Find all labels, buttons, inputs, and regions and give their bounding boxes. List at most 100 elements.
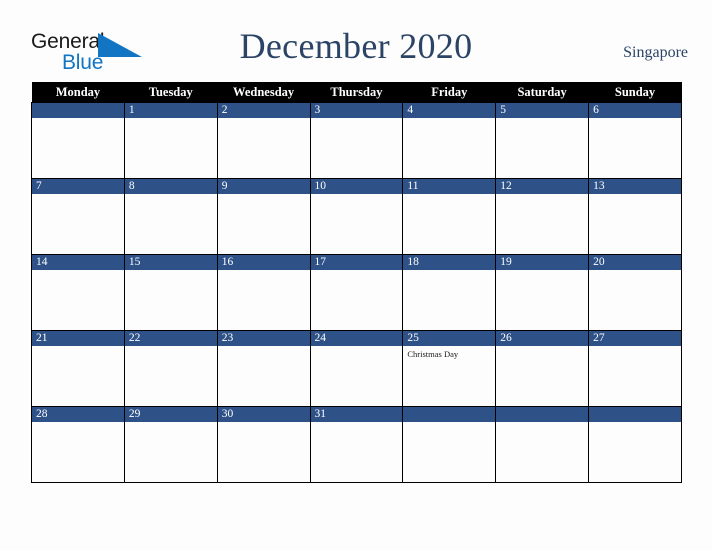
day-events: [32, 118, 124, 121]
day-number: 30: [217, 407, 310, 422]
calendar-day-cell[interactable]: 2: [216, 102, 311, 179]
calendar-day-cell[interactable]: 11: [402, 178, 497, 255]
calendar-day-cell[interactable]: 12: [495, 178, 590, 255]
calendar-week-row: 7 8 9 10 11 12 13: [31, 178, 682, 255]
day-cell-inner: 20: [589, 255, 681, 330]
day-events: [311, 194, 403, 197]
day-events: [589, 118, 681, 121]
calendar-day-cell[interactable]: 10: [309, 178, 404, 255]
page-title: December 2020: [239, 26, 473, 66]
day-cell-inner: 8: [124, 179, 217, 254]
calendar-day-cell[interactable]: 24: [309, 330, 404, 407]
calendar-day-cell[interactable]: 5: [495, 102, 590, 179]
weekday-header-wednesday: Wednesday: [217, 82, 311, 103]
weekday-header-row: Monday Tuesday Wednesday Thursday Friday…: [31, 82, 682, 103]
calendar-day-cell[interactable]: 14: [31, 254, 125, 331]
day-events: [32, 270, 124, 273]
calendar-day-cell[interactable]: 23: [216, 330, 311, 407]
calendar-day-cell[interactable]: 19: [495, 254, 590, 331]
day-events: [496, 346, 588, 349]
calendar-day-cell[interactable]: 7: [31, 178, 125, 255]
day-cell-inner: 23: [217, 331, 310, 406]
day-cell-inner: 10: [310, 179, 403, 254]
day-cell-inner: 28: [32, 407, 124, 482]
weekday-header-tuesday: Tuesday: [124, 82, 218, 103]
day-number: 5: [496, 103, 589, 118]
day-cell-inner: 27: [589, 331, 681, 406]
day-number: 10: [310, 179, 403, 194]
calendar-day-cell[interactable]: 18: [402, 254, 497, 331]
calendar-day-cell[interactable]: [495, 406, 590, 483]
day-number: [496, 407, 589, 422]
day-cell-inner: 30: [217, 407, 310, 482]
calendar-day-cell[interactable]: [588, 406, 682, 483]
calendar-day-cell[interactable]: 4: [402, 102, 497, 179]
day-cell-inner: [589, 407, 681, 482]
day-number: 9: [217, 179, 310, 194]
calendar-day-cell[interactable]: 26: [495, 330, 590, 407]
day-events: [218, 346, 310, 349]
day-number: 7: [32, 179, 124, 194]
day-events: [311, 346, 403, 349]
calendar-day-cell[interactable]: 29: [123, 406, 218, 483]
weekday-header-thursday: Thursday: [310, 82, 403, 103]
day-cell-inner: 26: [496, 331, 589, 406]
day-number: 29: [124, 407, 217, 422]
calendar-day-cell[interactable]: 15: [123, 254, 218, 331]
day-cell-inner: 14: [32, 255, 124, 330]
day-number: [32, 103, 124, 118]
calendar-day-cell[interactable]: 8: [123, 178, 218, 255]
day-number: 22: [124, 331, 217, 346]
calendar-day-cell[interactable]: [31, 102, 125, 179]
calendar-day-cell[interactable]: 25 Christmas Day: [402, 330, 497, 407]
calendar-grid: Monday Tuesday Wednesday Thursday Friday…: [31, 82, 682, 483]
day-events: [311, 118, 403, 121]
calendar-day-cell[interactable]: 27: [588, 330, 682, 407]
day-cell-inner: [403, 407, 496, 482]
weekday-header-friday: Friday: [402, 82, 496, 103]
day-events: [403, 194, 495, 197]
calendar-day-cell[interactable]: 28: [31, 406, 125, 483]
weekday-header-saturday: Saturday: [495, 82, 589, 103]
calendar-day-cell[interactable]: 17: [309, 254, 404, 331]
day-number: 18: [403, 255, 496, 270]
weekday-header-sunday: Sunday: [588, 82, 682, 103]
day-number: 19: [496, 255, 589, 270]
calendar-day-cell[interactable]: 22: [123, 330, 218, 407]
day-number: 21: [32, 331, 124, 346]
day-events: [496, 270, 588, 273]
day-events: [496, 422, 588, 425]
day-cell-inner: 11: [403, 179, 496, 254]
day-number: 28: [32, 407, 124, 422]
day-cell-inner: 25 Christmas Day: [403, 331, 496, 406]
calendar-day-cell[interactable]: 31: [309, 406, 404, 483]
calendar-day-cell[interactable]: 6: [588, 102, 682, 179]
calendar-day-cell[interactable]: 9: [216, 178, 311, 255]
calendar-day-cell[interactable]: 16: [216, 254, 311, 331]
day-number: 13: [589, 179, 681, 194]
day-events: [32, 422, 124, 425]
day-events: [218, 194, 310, 197]
day-events: [125, 118, 217, 121]
calendar-day-cell[interactable]: [402, 406, 497, 483]
calendar-day-cell[interactable]: 21: [31, 330, 125, 407]
calendar-day-cell[interactable]: 1: [123, 102, 218, 179]
day-events: [218, 422, 310, 425]
day-number: 17: [310, 255, 403, 270]
day-cell-inner: 9: [217, 179, 310, 254]
day-number: 14: [32, 255, 124, 270]
day-events: [125, 346, 217, 349]
day-cell-inner: 1: [124, 103, 217, 178]
day-events: [496, 118, 588, 121]
day-cell-inner: 15: [124, 255, 217, 330]
weekday-header-monday: Monday: [31, 82, 125, 103]
calendar-week-row: 123456: [31, 102, 682, 179]
day-cell-inner: 19: [496, 255, 589, 330]
calendar-day-cell[interactable]: 13: [588, 178, 682, 255]
calendar-day-cell[interactable]: 30: [216, 406, 311, 483]
day-events: [32, 346, 124, 349]
calendar-day-cell[interactable]: 20: [588, 254, 682, 331]
region-label: Singapore: [623, 44, 688, 61]
page-header: General Blue December 2020 Singapore: [0, 0, 712, 82]
calendar-day-cell[interactable]: 3: [309, 102, 404, 179]
